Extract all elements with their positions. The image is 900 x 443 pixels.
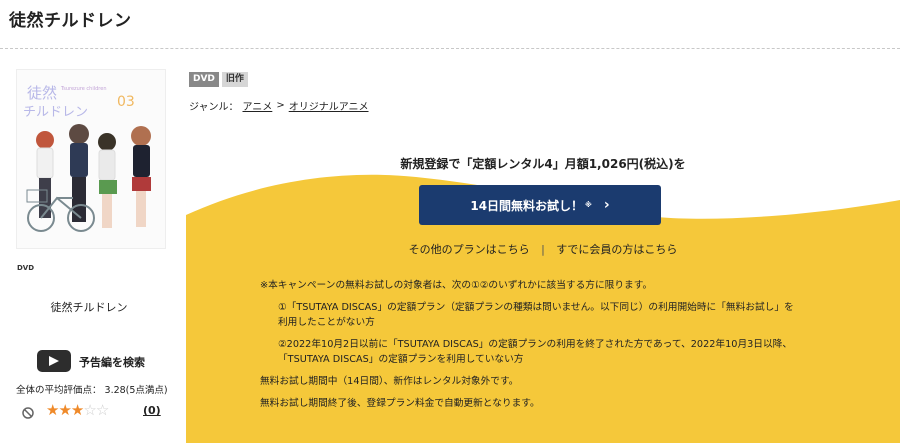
cover-image[interactable]: 徒然 チルドレン Tsurezure children 03 — [16, 69, 166, 249]
star-empty-icon: ☆ — [95, 401, 109, 419]
genre-breadcrumb: ジャンル： アニメ > オリジナルアニメ — [189, 98, 369, 113]
dvd-badge: DVD — [189, 72, 219, 87]
cover-romaji: Tsurezure children — [60, 86, 107, 92]
note-auto-renewal: 無料お試し期間終了後、登録プラン料金で自動更新となります。 — [260, 398, 540, 409]
star-icon: ★ — [70, 401, 84, 419]
genre-label: ジャンル： — [189, 102, 239, 113]
chevron-right-icon: › — [603, 197, 610, 213]
link-separator: | — [541, 243, 545, 256]
divider — [0, 48, 900, 49]
average-rating-text: 全体の平均評価点： 3.28(5点満点) — [16, 385, 168, 396]
play-icon — [49, 356, 59, 366]
item-title: 徒然チルドレン — [50, 301, 128, 314]
trial-promo-panel: 新規登録で「定額レンタル4」月額1,026円(税込)を 14日間無料お試し！ ※… — [186, 155, 900, 443]
cover-title-art-2: チルドレン — [23, 105, 88, 120]
note-condition-1a: ①「TSUTAYA DISCAS」の定額プラン（定額プランの種類は問いません。以… — [278, 302, 794, 313]
star-icon: ★ — [58, 401, 71, 419]
cover-title-art: 徒然 — [27, 84, 57, 102]
breadcrumb-separator: > — [276, 100, 285, 111]
campaign-notes: ※本キャンペーンの無料お試しの対象者は、次の①②のいずれかに該当する方に限ります… — [260, 278, 840, 411]
note-eligibility: ※本キャンペーンの無料お試しの対象者は、次の①②のいずれかに該当する方に限ります… — [260, 280, 653, 291]
free-trial-button[interactable]: 14日間無料お試し！ ※ › — [419, 185, 661, 225]
footnote-mark: ※ — [585, 201, 592, 209]
note-new-releases: 無料お試し期間中（14日間）、新作はレンタル対象外です。 — [260, 376, 519, 387]
old-release-badge: 旧作 — [221, 72, 248, 87]
star-empty-icon: ☆ — [83, 401, 96, 419]
play-trailer-button[interactable] — [37, 350, 71, 372]
genre-link-original-anime[interactable]: オリジナルアニメ — [289, 98, 369, 113]
dvd-mark: DVD — [17, 264, 35, 272]
other-plans-link[interactable]: その他のプランはこちら — [409, 243, 530, 256]
format-badges: DVD 旧作 — [189, 72, 248, 87]
rating-stars: ★★★☆☆ — [46, 401, 109, 419]
free-trial-label: 14日間無料お試し！ — [470, 198, 584, 213]
note-condition-2a: ②2022年10月2日以前に「TSUTAYA DISCAS」の定額プランの利用を… — [278, 339, 793, 350]
star-icon: ★ — [46, 401, 59, 419]
review-count-link[interactable]: (0) — [143, 404, 161, 417]
page-title: 徒然チルドレン — [9, 11, 132, 31]
note-condition-1b: 利用したことがない方 — [278, 317, 375, 328]
plan-links: その他のプランはこちら | すでに会員の方はこちら — [186, 241, 900, 257]
trailer-search-link[interactable]: 予告編を検索 — [79, 354, 145, 370]
genre-link-anime[interactable]: アニメ — [243, 98, 273, 113]
note-condition-2b: 「TSUTAYA DISCAS」の定額プランを利用していない方 — [278, 354, 524, 365]
promo-headline: 新規登録で「定額レンタル4」月額1,026円(税込)を — [400, 157, 686, 171]
cover-illustration: 徒然 チルドレン Tsurezure children 03 — [17, 70, 165, 248]
cover-volume: 03 — [117, 94, 135, 110]
member-login-link[interactable]: すでに会員の方はこちら — [556, 243, 677, 256]
prohibited-icon[interactable] — [22, 404, 34, 423]
